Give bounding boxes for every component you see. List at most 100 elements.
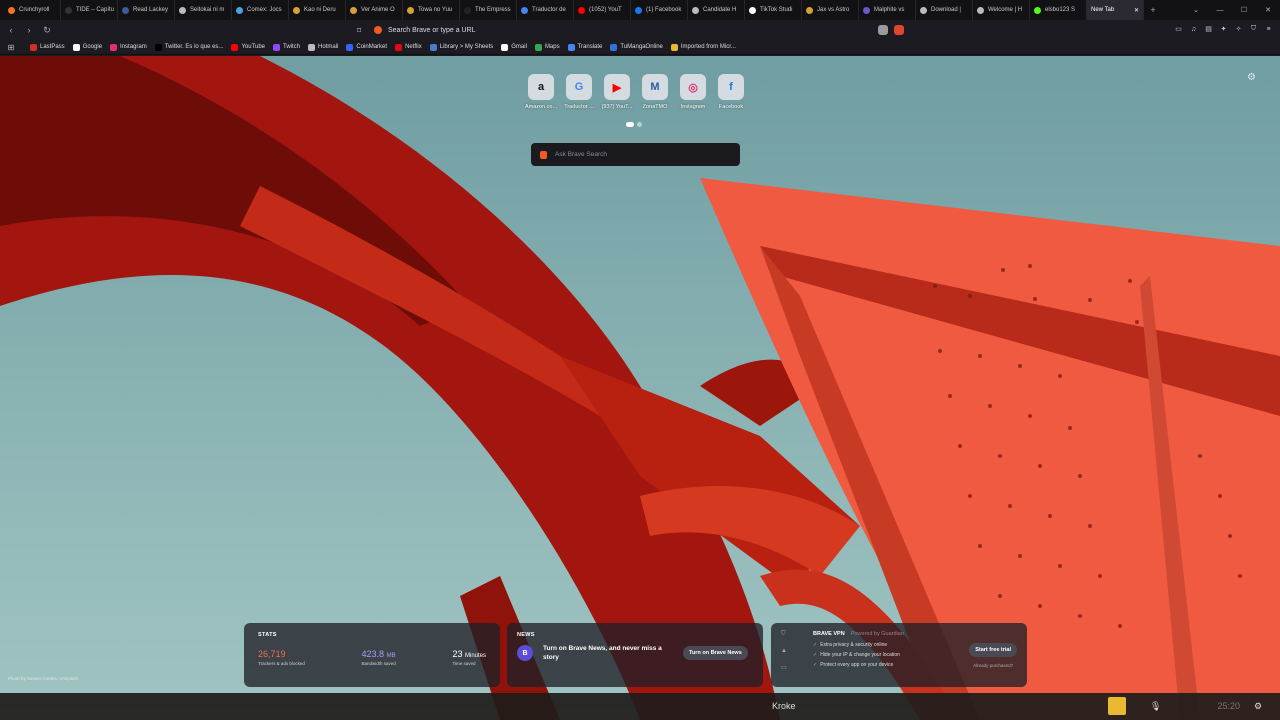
bookmark-item[interactable]: Google [69, 43, 106, 51]
time-label: Time saved [452, 661, 476, 666]
tab[interactable]: Traductor de [517, 0, 574, 20]
bookmark-label: Netflix [405, 44, 422, 50]
bookmark-item[interactable]: LastPass [26, 43, 69, 51]
vpn-powered-by: Powered by Guardian [850, 631, 904, 637]
top-site-label: Amazon.co... [524, 104, 558, 110]
tab[interactable]: TIDE – Capítu [61, 0, 118, 20]
tab[interactable]: The Empress [460, 0, 517, 20]
tab[interactable]: Welcome | H [973, 0, 1030, 20]
apps-grid-icon[interactable]: ⊞ [4, 43, 18, 52]
already-purchased-link[interactable]: Already purchased? [973, 663, 1013, 668]
tab-label: TIDE – Capítu [76, 7, 115, 13]
widget-nav-icon-2[interactable]: ▭ [781, 664, 793, 671]
microphone-icon[interactable]: 🎙 [1150, 697, 1161, 715]
forward-icon[interactable]: › [22, 23, 36, 37]
bookmark-favicon-icon [395, 43, 403, 51]
bookmark-item[interactable]: Library > My Sheets [426, 43, 498, 51]
extensions-icon[interactable]: ✦ [1218, 22, 1229, 36]
search-box[interactable]: Ask Brave Search [531, 143, 740, 166]
tab[interactable]: elsbo123 S [1030, 0, 1087, 20]
bookmark-item[interactable]: Instagram [106, 43, 151, 51]
close-icon[interactable]: ✕ [1134, 7, 1139, 14]
tab[interactable]: Malphite vs [859, 0, 916, 20]
bookmark-item[interactable]: YouTube [227, 43, 269, 51]
tab-favicon-icon [293, 6, 300, 14]
bookmarks-bar: ⊞ LastPass Google Instagram Twitter. Es lo … [0, 40, 1280, 55]
bookmark-item[interactable]: Gmail [497, 43, 531, 51]
menu-icon[interactable]: ≡ [1263, 22, 1274, 36]
reload-icon[interactable]: ↻ [40, 23, 54, 37]
new-tab-button[interactable]: + [1144, 5, 1162, 15]
bookmark-label: TuMangaOnline [620, 44, 663, 50]
bookmark-item[interactable]: Netflix [391, 43, 426, 51]
settings-gear-icon[interactable]: ⚙ [1247, 72, 1256, 83]
bandwidth-stat: 423.8 MB Bandwidth saved [362, 649, 396, 666]
bookmark-item[interactable]: Twitter. Es lo que es... [151, 43, 228, 51]
maximize-icon[interactable]: ☐ [1232, 0, 1256, 20]
tab-label: elsbo123 S [1045, 7, 1076, 13]
music-icon[interactable]: ♫ [1188, 22, 1199, 36]
top-sites: a Amazon.co... G Traductor ... ▶ (937) YouT..… [524, 74, 746, 110]
bookmark-item[interactable]: Translate [564, 43, 607, 51]
top-site[interactable]: f Facebook [716, 74, 746, 110]
bookmark-item[interactable]: TuMangaOnline [606, 43, 666, 51]
tab[interactable]: Kao ni Deru [289, 0, 346, 20]
reading-list-icon[interactable]: ▤ [1203, 22, 1214, 36]
top-site[interactable]: G Traductor ... [564, 74, 594, 110]
start-free-trial-button[interactable]: Start free trial [969, 642, 1017, 657]
tab[interactable]: Seitokai ni m [175, 0, 232, 20]
vpn-features: Extra privacy & security online Hide you… [813, 642, 969, 668]
vpn-icon[interactable]: ⛉ [1248, 22, 1259, 36]
tab[interactable]: (1) Facebook [631, 0, 688, 20]
bookmark-item[interactable]: Twitch [269, 43, 304, 51]
taskbar: Kroke 🎙 25:20 ⚙ [0, 693, 1280, 720]
brave-rewards-icon[interactable] [894, 25, 904, 35]
taskbar-notes-icon[interactable] [1108, 697, 1126, 715]
bookmark-icon[interactable]: ⌑ [352, 26, 366, 35]
tab[interactable]: Comex: Jocs [232, 0, 289, 20]
tab-active[interactable]: New Tab ✕ [1087, 0, 1144, 20]
tab[interactable]: Jax vs Astro [802, 0, 859, 20]
tab[interactable]: (1052) YouT [574, 0, 631, 20]
tab[interactable]: Candidate H [688, 0, 745, 20]
top-site-label: ZonaTMO [642, 104, 668, 110]
top-site[interactable]: M ZonaTMO [640, 74, 670, 110]
vpn-shield-icon: ⛉ [781, 631, 786, 637]
top-site[interactable]: ▶ (937) YouT... [602, 74, 632, 110]
tab[interactable]: Crunchyroll [4, 0, 61, 20]
top-site[interactable]: ◎ Instagram [678, 74, 708, 110]
top-site-icon: M [642, 74, 668, 100]
photo-credit: Photo by Steven Cordes, Unsplash [8, 676, 79, 681]
address-bar[interactable]: ⌑ Search Brave or type a URL [352, 22, 910, 38]
taskbar-app-label[interactable]: Kroke [772, 697, 796, 715]
bookmark-item[interactable]: CoinMarket [342, 43, 391, 51]
turn-on-news-button[interactable]: Turn on Brave News [683, 646, 748, 661]
tab-label: Malphite vs [874, 7, 905, 13]
bookmark-favicon-icon [429, 43, 437, 51]
bookmark-label: YouTube [241, 44, 266, 50]
tab[interactable]: Download | [916, 0, 973, 20]
bandwidth-label: Bandwidth saved [361, 661, 396, 666]
bookmark-item[interactable]: Maps [531, 43, 564, 51]
settings-icon[interactable]: ⚙ [1254, 697, 1262, 715]
tab-favicon-icon [521, 6, 528, 14]
leo-icon[interactable]: ✧ [1233, 22, 1244, 36]
tab[interactable]: Read Lackey [118, 0, 175, 20]
back-icon[interactable]: ‹ [4, 23, 18, 37]
pager-dot[interactable] [637, 122, 642, 127]
close-window-icon[interactable]: ✕ [1256, 0, 1280, 20]
tab[interactable]: Towa no Yuu [403, 0, 460, 20]
bookmark-favicon-icon [670, 43, 678, 51]
widget-nav-icon[interactable]: ▲ [781, 648, 793, 654]
tab[interactable]: TikTok Studi [745, 0, 802, 20]
bookmark-item[interactable]: Imported from Micr... [667, 43, 740, 51]
tab[interactable]: Ver Anime O [346, 0, 403, 20]
tab-strip: Crunchyroll TIDE – Capítu Read Lackey Seito… [0, 0, 1280, 20]
brave-shields-icon[interactable] [878, 25, 888, 35]
search-tabs-icon[interactable]: ⌄ [1184, 0, 1208, 20]
sidebar-icon[interactable]: ▭ [1173, 22, 1184, 36]
minimize-icon[interactable]: — [1208, 0, 1232, 20]
top-site[interactable]: a Amazon.co... [524, 74, 558, 110]
pager-dot-active[interactable] [626, 122, 634, 127]
bookmark-item[interactable]: Hotmail [304, 43, 342, 51]
